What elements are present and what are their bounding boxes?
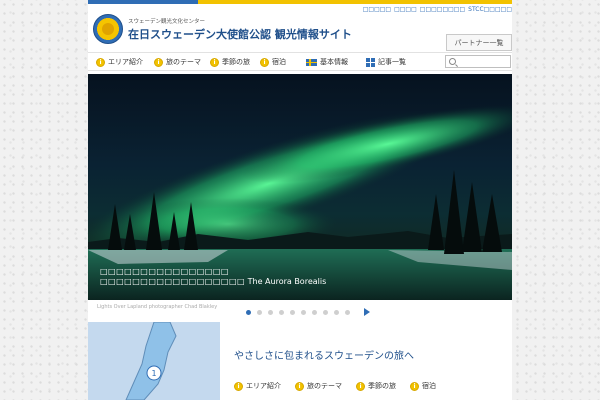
nav-item-area[interactable]: i エリア紹介 <box>96 57 143 67</box>
map-marker-label: 1 <box>151 369 156 378</box>
search-box[interactable] <box>445 55 511 75</box>
carousel-dot[interactable] <box>290 309 295 315</box>
carousel-dots <box>246 308 370 316</box>
carousel-dot[interactable] <box>334 309 339 315</box>
hero-caption-title: □□□□□□□□□□□□□□□□ □□□□□□□□□□□□□□□□□□ <box>100 267 246 286</box>
logo-emblem <box>102 23 114 35</box>
intro-tab-label: 季節の旅 <box>368 382 396 390</box>
grid-icon <box>366 57 375 67</box>
page-container: □□□□□ □□□□ □□□□□□□□ STCC□□□□□ スウェーデン観光文化… <box>88 4 512 400</box>
intro-tab-season[interactable]: i 季節の旅 <box>356 381 396 391</box>
hero-caption: □□□□□□□□□□□□□□□□ □□□□□□□□□□□□□□□□□□ The … <box>100 267 370 287</box>
intro-tab-area[interactable]: i エリア紹介 <box>234 381 281 391</box>
nav-item-label: 記事一覧 <box>378 58 406 66</box>
search-icon[interactable] <box>449 58 456 65</box>
info-icon: i <box>96 57 105 67</box>
carousel-dot[interactable] <box>279 309 284 315</box>
intro-tab-label: 旅のテーマ <box>307 382 342 390</box>
intro-tab-list: i エリア紹介 i 旅のテーマ i 季節の旅 i 宿泊 <box>234 381 436 391</box>
intro-tab-stay[interactable]: i 宿泊 <box>410 381 436 391</box>
info-icon: i <box>154 57 163 67</box>
hero-caption-subtitle: The Aurora Borealis <box>247 277 327 286</box>
utility-link[interactable]: STCC□□□□□ <box>468 6 512 13</box>
carousel-dot[interactable] <box>301 309 306 315</box>
carousel-dot[interactable] <box>268 309 273 315</box>
info-icon: i <box>260 57 269 67</box>
carousel-dot[interactable] <box>246 309 251 315</box>
info-icon: i <box>356 381 365 391</box>
nav-item-articles[interactable]: 記事一覧 <box>366 57 406 67</box>
info-icon: i <box>210 57 219 67</box>
utility-link[interactable]: □□□□□ <box>363 6 391 13</box>
nav-item-label: 宿泊 <box>272 58 286 66</box>
swedish-flag-icon <box>306 58 317 66</box>
carousel-dot[interactable] <box>323 309 328 315</box>
site-title[interactable]: 在日スウェーデン大使館公認 観光情報サイト <box>128 26 352 42</box>
hero-slideshow[interactable]: □□□□□□□□□□□□□□□□ □□□□□□□□□□□□□□□□□□ The … <box>88 74 512 300</box>
nav-item-theme[interactable]: i 旅のテーマ <box>154 57 201 67</box>
intro-tab-label: エリア紹介 <box>246 382 281 390</box>
nav-item-stay[interactable]: i 宿泊 <box>260 57 286 67</box>
photo-credit: Lights Over Lapland photographer Chad Bl… <box>97 304 218 310</box>
utility-links: □□□□□ □□□□ □□□□□□□□ STCC□□□□□ <box>363 6 512 13</box>
play-icon[interactable] <box>364 308 370 316</box>
nav-item-season[interactable]: i 季節の旅 <box>210 57 250 67</box>
utility-link[interactable]: □□□□□□□□ <box>420 6 465 13</box>
nav-item-label: 基本情報 <box>320 58 348 66</box>
nav-item-label: エリア紹介 <box>108 58 143 66</box>
info-icon: i <box>410 381 419 391</box>
utility-link[interactable]: □□□□ <box>394 6 417 13</box>
site-logo[interactable] <box>93 14 123 44</box>
partner-list-button[interactable]: パートナー一覧 <box>446 34 512 51</box>
carousel-dot[interactable] <box>312 309 317 315</box>
info-icon: i <box>234 381 243 391</box>
sweden-map: 1 <box>125 322 177 400</box>
nav-item-label: 旅のテーマ <box>166 58 201 66</box>
intro-tab-label: 宿泊 <box>422 382 436 390</box>
site-subtitle: スウェーデン観光文化センター <box>128 19 206 25</box>
sweden-map-card[interactable]: 1 <box>88 322 220 400</box>
nav-item-label: 季節の旅 <box>222 58 250 66</box>
intro-tab-theme[interactable]: i 旅のテーマ <box>295 381 342 391</box>
intro-title: やさしさに包まれるスウェーデンの旅へ <box>234 351 414 362</box>
nav-item-basic-info[interactable]: 基本情報 <box>306 57 348 67</box>
carousel-dot[interactable] <box>257 309 262 315</box>
carousel-dot[interactable] <box>345 309 350 315</box>
info-icon: i <box>295 381 304 391</box>
